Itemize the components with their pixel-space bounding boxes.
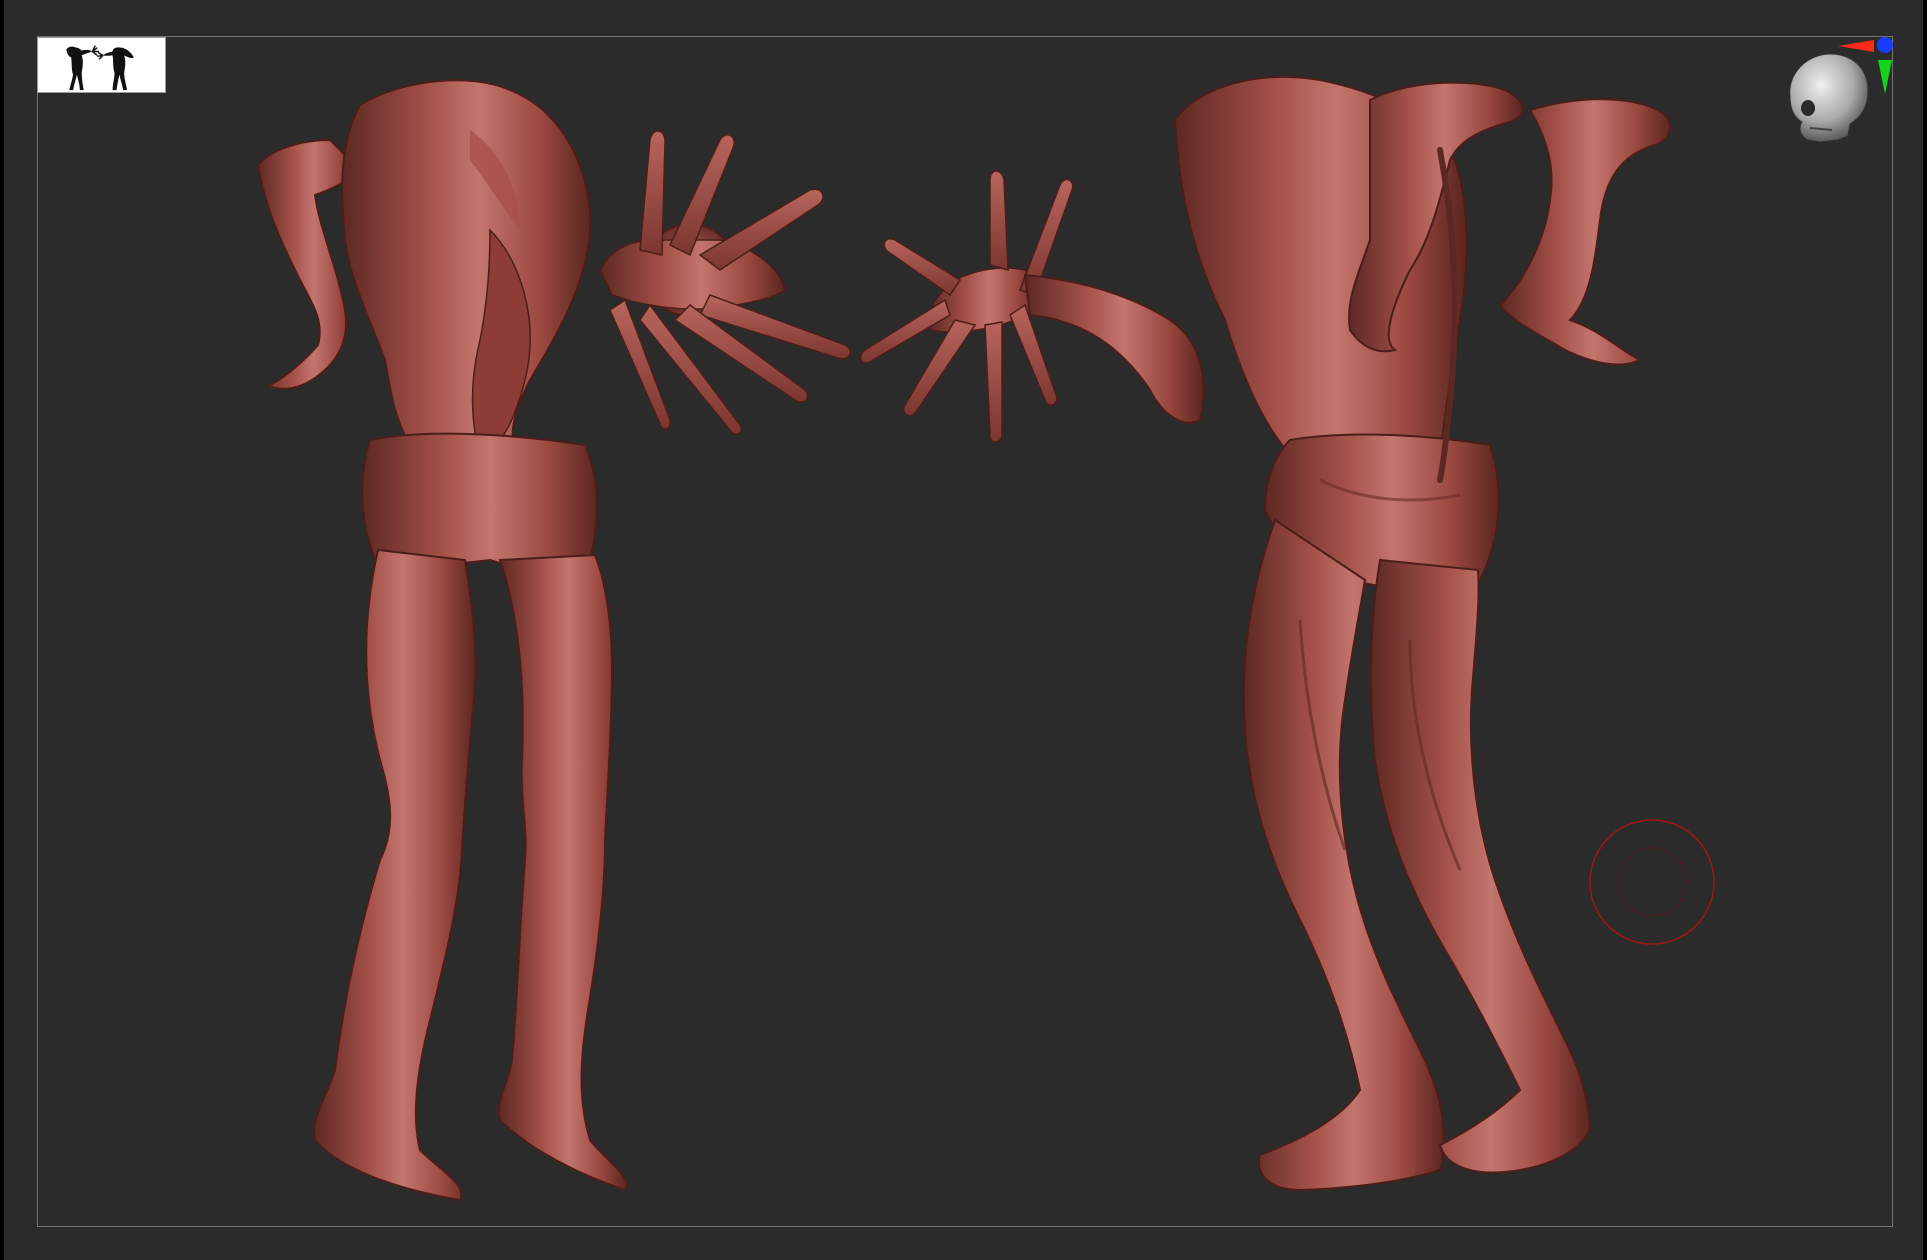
brush-cursor-icon — [1589, 819, 1715, 945]
brush-cursor — [1588, 818, 1716, 946]
sculpt-app — [0, 0, 1927, 1260]
silhouette-pair-icon — [66, 45, 134, 91]
navigator-thumbnail[interactable] — [37, 37, 166, 93]
document-frame — [37, 36, 1893, 1227]
orientation-gizmo[interactable] — [1780, 36, 1895, 156]
skull-orientation-icon — [1789, 37, 1893, 143]
x-axis-arrow — [1838, 40, 1874, 52]
y-axis-arrow — [1878, 60, 1892, 94]
z-axis-dot — [1877, 37, 1893, 53]
